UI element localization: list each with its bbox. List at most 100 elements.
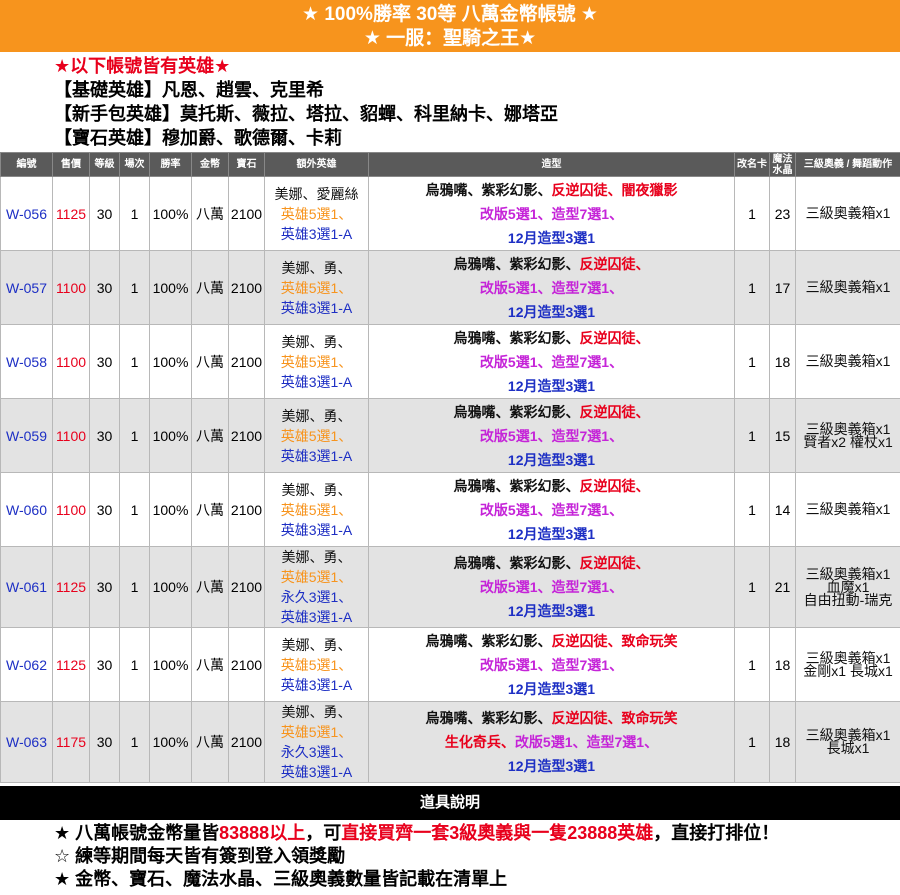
hero-text: 英雄5選1、 <box>280 724 353 740</box>
cell-gem: 2100 <box>228 398 265 473</box>
hero-text: 英雄3選1-A <box>280 676 353 693</box>
cell-heroes: 美娜、勇、英雄5選1、 永久3選1、 英雄3選1-A <box>264 546 369 628</box>
skin-text: 反逆囚徒、闇夜獵影 <box>551 181 678 198</box>
skin-text: 烏鴉嘴、紫彩幻影、 <box>453 477 580 494</box>
cell-heroes: 美娜、勇、英雄5選1、 英雄3選1-A <box>264 250 369 325</box>
cell-items: 三級奧義箱x1 長城x1 <box>795 701 900 783</box>
skin-text: 反逆囚徒、 <box>579 329 650 346</box>
cell-skins: 烏鴉嘴、紫彩幻影、反逆囚徒、 改版5選1、造型7選1、 12月造型3選1 <box>368 546 735 628</box>
note-1-part: ，直接打排位！ <box>653 823 780 843</box>
cell-games: 1 <box>119 324 150 399</box>
hero-text: 美娜、勇、 <box>281 704 352 720</box>
cell-crystal: 18 <box>769 324 796 399</box>
cell-skins: 烏鴉嘴、紫彩幻影、反逆囚徒、致命玩笑改版5選1、造型7選1、 12月造型3選1 <box>368 627 735 702</box>
table-row: W-062 1125 30 1 100% 八萬 2100 美娜、勇、 英雄5選1、 英雄3選1-A… <box>0 627 900 702</box>
note-1: ★ 八萬帳號金幣量皆83888以上，可直接買齊一套3級奧義與一隻23888英雄，… <box>54 822 894 845</box>
skin-text: 12月造型3選1 <box>507 680 596 697</box>
cell-gem: 2100 <box>228 472 265 547</box>
cell-rename-card: 1 <box>734 176 770 251</box>
col-crystal: 魔法水晶 <box>769 152 796 177</box>
cell-rate: 100% <box>149 324 192 399</box>
cell-line: 英雄5選1、 <box>265 278 368 298</box>
cell-rename-card: 1 <box>734 546 770 628</box>
title-banner: ★ 100%勝率 30等 八萬金幣帳號 ★ ★ 一服：聖騎之王★ <box>0 0 900 52</box>
hero-text: 美娜、愛麗絲 <box>274 185 359 202</box>
note-3: ★ 金幣、寶石、魔法水晶、三級奧義數量皆記載在清單上 <box>54 869 508 889</box>
skin-text: 12月造型3選1 <box>507 758 596 774</box>
cell-id: W-063 <box>0 701 53 783</box>
cell-gem: 2100 <box>228 324 265 399</box>
cell-gem: 2100 <box>228 627 265 702</box>
cell-line: 12月造型3選1 <box>369 599 734 623</box>
cell-line: 美娜、勇、 <box>265 702 368 722</box>
hero-text: 美娜、勇、 <box>281 259 352 276</box>
cell-games: 1 <box>119 546 150 628</box>
cell-line: 英雄3選1-A <box>265 446 368 466</box>
hero-text: 英雄3選1-A <box>280 764 353 780</box>
cell-gem: 2100 <box>228 176 265 251</box>
cell-gold: 八萬 <box>191 250 229 325</box>
cell-line: 12月造型3選1 <box>369 448 734 472</box>
cell-rename-card: 1 <box>734 701 770 783</box>
cell-items: 三級奧義箱x1 金剛x1 長城x1 <box>795 627 900 702</box>
cell-line: 永久3選1、 <box>265 587 368 607</box>
cell-line: 12月造型3選1 <box>369 677 734 701</box>
cell-id: W-059 <box>0 398 53 473</box>
skin-text: 烏鴉嘴、紫彩幻影、 <box>425 632 552 649</box>
cell-level: 30 <box>89 472 120 547</box>
cell-gold: 八萬 <box>191 701 229 783</box>
cell-rename-card: 1 <box>734 398 770 473</box>
cell-line: 美娜、勇、 <box>265 258 368 278</box>
cell-line: 英雄5選1、 <box>265 426 368 446</box>
cell-line: 改版5選1、造型7選1、 <box>369 202 734 226</box>
cell-price: 1175 <box>52 701 90 783</box>
skin-text: 烏鴉嘴、紫彩幻影、 <box>453 255 580 272</box>
cell-games: 1 <box>119 398 150 473</box>
cell-crystal: 18 <box>769 701 796 783</box>
hero-text: 美娜、勇、 <box>281 549 352 565</box>
item-text: 賢者x2 權杖x1 <box>803 433 893 450</box>
hero-text: 美娜、勇、 <box>281 407 352 424</box>
cell-crystal: 18 <box>769 627 796 702</box>
intro-heading: ★以下帳號皆有英雄★ <box>54 56 231 76</box>
cell-line: 永久3選1、 <box>265 742 368 762</box>
cell-id: W-062 <box>0 627 53 702</box>
skin-text: 改版5選1、造型7選1、 <box>479 656 624 673</box>
cell-id: W-061 <box>0 546 53 628</box>
cell-line: 三級奧義箱x1 <box>796 354 900 368</box>
cell-crystal: 17 <box>769 250 796 325</box>
cell-line: 改版5選1、造型7選1、 <box>369 498 734 522</box>
table-row: W-056 1125 30 1 100% 八萬 2100 美娜、愛麗絲 英雄5選1、 英雄3選1-… <box>0 176 900 251</box>
skin-text: 反逆囚徒、致命玩笑 <box>551 632 678 649</box>
cell-gold: 八萬 <box>191 627 229 702</box>
col-gem: 寶石 <box>228 152 265 177</box>
hero-text: 美娜、勇、 <box>281 333 352 350</box>
cell-heroes: 美娜、勇、英雄5選1、 英雄3選1-A <box>264 398 369 473</box>
cell-items: 三級奧義箱x1 血魔x1 自由扭動-瑞克 <box>795 546 900 628</box>
cell-skins: 烏鴉嘴、紫彩幻影、反逆囚徒、 改版5選1、造型7選1、 12月造型3選1 <box>368 472 735 547</box>
cell-gem: 2100 <box>228 701 265 783</box>
cell-gem: 2100 <box>228 250 265 325</box>
cell-heroes: 美娜、勇、 英雄5選1、 英雄3選1-A <box>264 324 369 399</box>
cell-items: 三級奧義箱x1 <box>795 472 900 547</box>
hero-text: 英雄3選1-A <box>280 299 353 316</box>
cell-heroes: 美娜、勇、英雄5選1、永久3選1、英雄3選1-A <box>264 701 369 783</box>
cell-games: 1 <box>119 627 150 702</box>
cell-line: 美娜、勇、 <box>265 635 368 655</box>
note-1-highlight: 直接買齊一套3級奧義與一隻23888英雄 <box>341 823 654 843</box>
cell-line: 英雄5選1、 <box>265 567 368 587</box>
cell-games: 1 <box>119 176 150 251</box>
skin-text: 反逆囚徒、 <box>579 555 650 571</box>
skin-text: 烏鴉嘴、紫彩幻影、 <box>425 710 552 726</box>
skin-text: 12月造型3選1 <box>507 377 596 394</box>
cell-line: 英雄3選1-A <box>265 607 368 627</box>
cell-games: 1 <box>119 701 150 783</box>
cell-line: 12月造型3選1 <box>369 300 734 324</box>
note-2: ☆ 練等期間每天皆有簽到登入領獎勵 <box>54 846 346 866</box>
cell-heroes: 美娜、愛麗絲 英雄5選1、 英雄3選1-A <box>264 176 369 251</box>
cell-line: 烏鴉嘴、紫彩幻影、反逆囚徒、闇夜獵影 <box>369 178 734 202</box>
cell-rate: 100% <box>149 627 192 702</box>
skin-text: 改版5選1、造型7選1、 <box>479 501 624 518</box>
skin-text: 烏鴉嘴、紫彩幻影、 <box>453 555 580 571</box>
hero-text: 英雄5選1、 <box>280 427 353 444</box>
